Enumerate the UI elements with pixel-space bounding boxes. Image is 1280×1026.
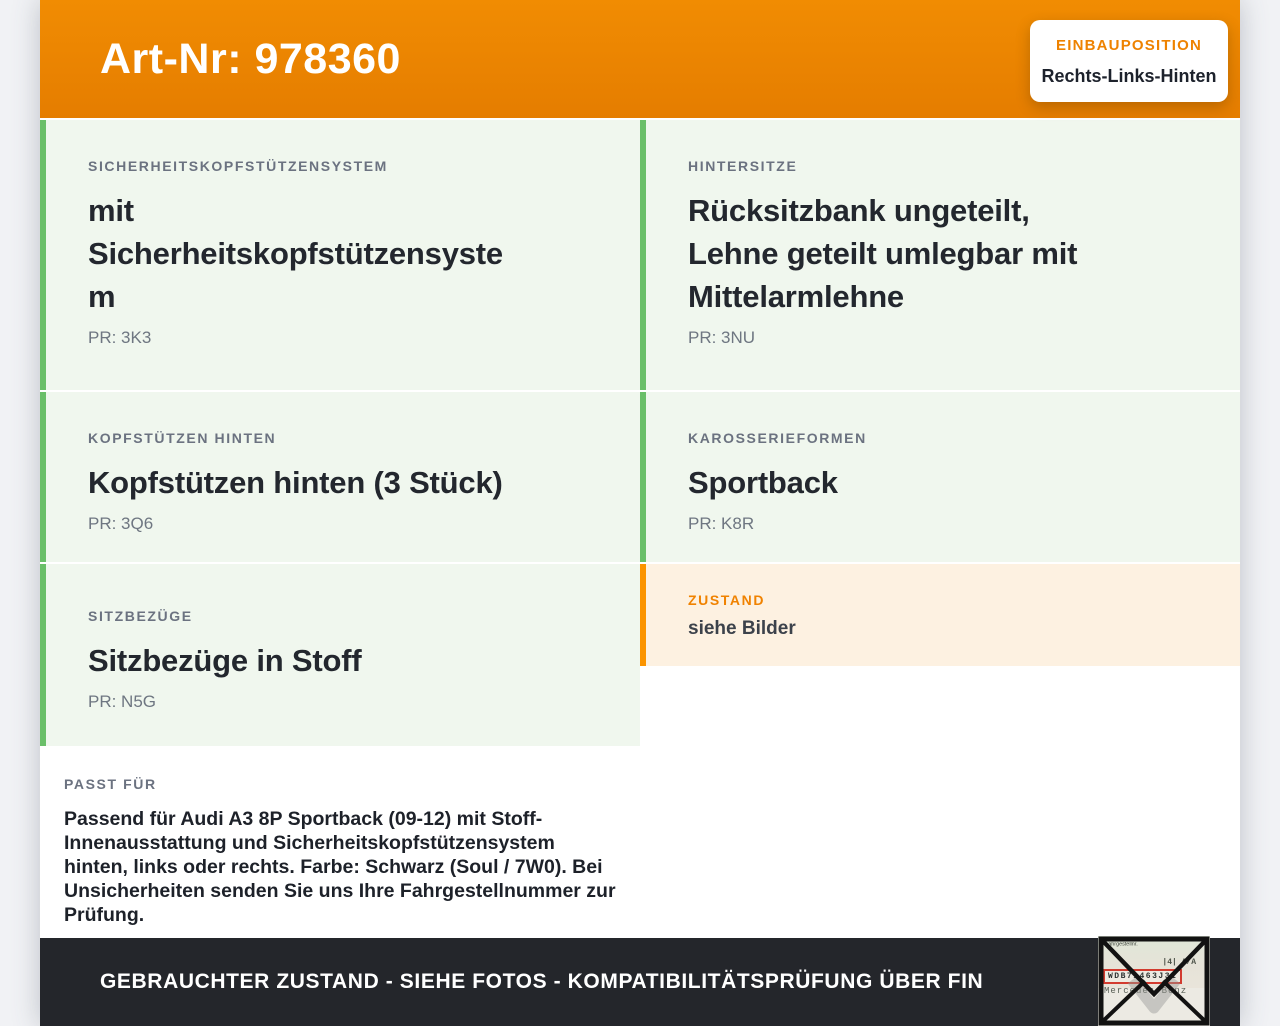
card-sicherheitskopfstuetzensystem: SICHERHEITSKOPFSTÜTZENSYSTEM mit Sicherh… [40, 120, 640, 390]
card-label: SITZBEZÜGE [88, 608, 193, 624]
pr-code: PR: 3Q6 [88, 514, 154, 533]
right-column: HINTERSITZE Rücksitzbank ungeteilt, Lehn… [640, 120, 1240, 935]
attribute-grid: SICHERHEITSKOPFSTÜTZENSYSTEM mit Sicherh… [40, 120, 1240, 935]
envelope-icon [1098, 936, 1210, 1026]
header-bar: Art-Nr: 978360 EINBAUPOSITION Rechts-Lin… [40, 0, 1240, 118]
card-passt-fuer: PASST FÜR Passend für Audi A3 8P Sportba… [40, 748, 640, 935]
card-label: KOPFSTÜTZEN HINTEN [88, 430, 277, 446]
page-title: Art-Nr: 978360 [100, 34, 401, 83]
card-hintersitze: HINTERSITZE Rücksitzbank ungeteilt, Lehn… [640, 120, 1240, 390]
card-title: Kopfstützen hinten (3 Stück) [88, 465, 503, 500]
card-title: Sitzbezüge in Stoff [88, 643, 362, 678]
listing-page: Art-Nr: 978360 EINBAUPOSITION Rechts-Lin… [40, 0, 1240, 1026]
empty-filler [640, 668, 1240, 935]
pr-code: PR: K8R [688, 514, 755, 533]
card-title: mit Sicherheitskopfstützensystem [88, 193, 503, 314]
fitment-description: Passend für Audi A3 8P Sportback (09-12)… [64, 808, 616, 926]
card-label: HINTERSITZE [688, 158, 798, 174]
einbauposition-box: EINBAUPOSITION Rechts-Links-Hinten [1030, 20, 1228, 102]
card-title: Rücksitzbank ungeteilt, Lehne geteilt um… [688, 193, 1078, 314]
left-column: SICHERHEITSKOPFSTÜTZENSYSTEM mit Sicherh… [40, 120, 640, 935]
footer-note: GEBRAUCHTER ZUSTAND - SIEHE FOTOS - KOMP… [100, 970, 984, 993]
card-zustand: ZUSTAND siehe Bilder [640, 564, 1240, 666]
card-label: ZUSTAND [688, 592, 766, 608]
pr-code: PR: N5G [88, 692, 157, 711]
card-kopfstuetzen-hinten: KOPFSTÜTZEN HINTEN Kopfstützen hinten (3… [40, 392, 640, 562]
card-label: SICHERHEITSKOPFSTÜTZENSYSTEM [88, 158, 388, 174]
fin-document-image: Fahrgestellnr. |4| A/A WDB71463J31 Merce… [1098, 936, 1210, 1026]
einbauposition-value: Rechts-Links-Hinten [1041, 66, 1217, 86]
card-sitzbezuege: SITZBEZÜGE Sitzbezüge in Stoff PR: N5G [40, 564, 640, 746]
pr-code: PR: 3NU [688, 328, 756, 347]
card-karosserieformen: KAROSSERIEFORMEN Sportback PR: K8R [640, 392, 1240, 562]
zustand-value: siehe Bilder [688, 618, 796, 639]
einbauposition-label: EINBAUPOSITION [1056, 37, 1202, 54]
card-label: PASST FÜR [64, 776, 157, 792]
card-label: KAROSSERIEFORMEN [688, 430, 867, 446]
card-title: Sportback [688, 465, 838, 500]
footer-bar: GEBRAUCHTER ZUSTAND - SIEHE FOTOS - KOMP… [40, 938, 1240, 1026]
pr-code: PR: 3K3 [88, 328, 152, 347]
